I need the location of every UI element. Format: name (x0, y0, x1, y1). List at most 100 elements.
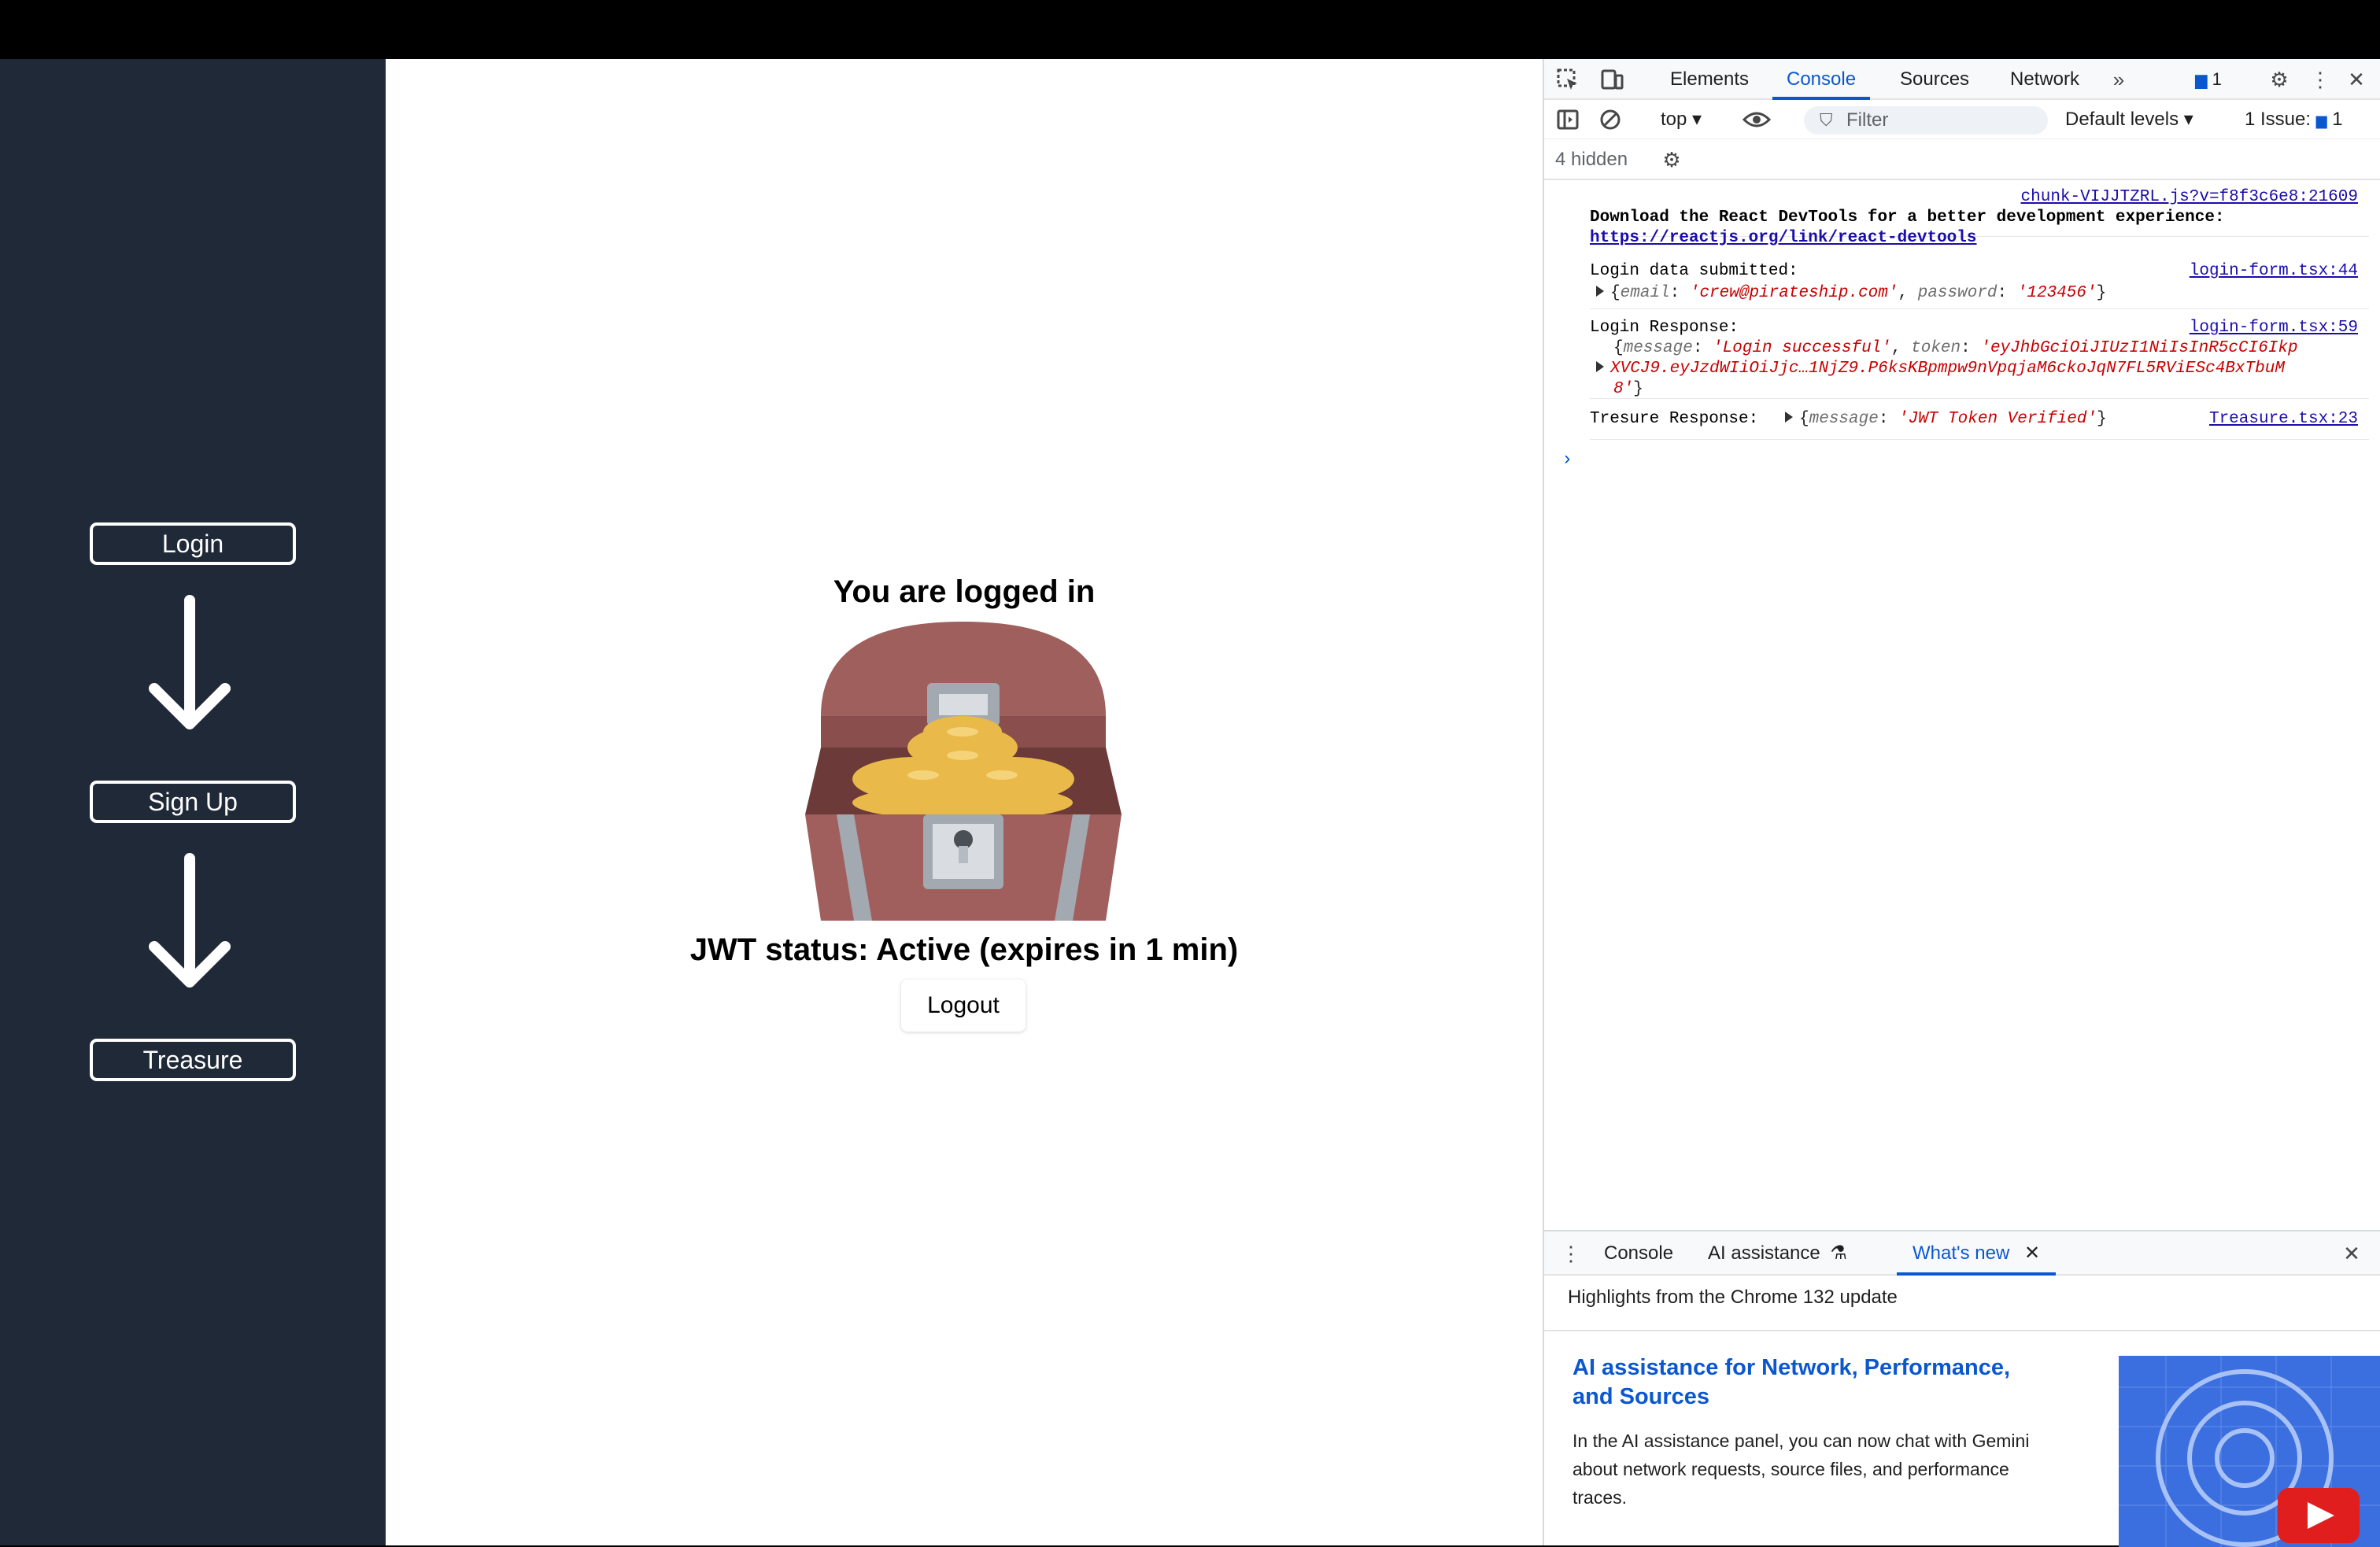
close-icon[interactable]: ✕ (2024, 1242, 2040, 1264)
tab-console[interactable]: Console (1772, 59, 1871, 100)
drawer-tab-whats-new[interactable]: What's new ✕ (1897, 1231, 2057, 1276)
divider (1544, 1330, 2380, 1331)
kebab-menu-icon[interactable]: ⋮ (1558, 1241, 1584, 1266)
hidden-count: 4 hidden (1555, 149, 1628, 170)
drawer-tab-label: What's new (1913, 1242, 2010, 1264)
value-message: 'Login successful' (1713, 339, 1891, 357)
kebab-menu-icon[interactable]: ⋮ (2308, 67, 2333, 92)
tab-sources[interactable]: Sources (1900, 59, 1969, 100)
key-password: password (1917, 284, 1998, 302)
flask-icon: ⚗ (1830, 1242, 1847, 1264)
key-token: token (1911, 339, 1961, 357)
source-link[interactable]: chunk-VIJJTZRL.js?v=f8f3c6e8:21609 (2021, 188, 2358, 206)
console-output: chunk-VIJJTZRL.js?v=f8f3c6e8:21609 Downl… (1544, 182, 2380, 1287)
levels-dropdown[interactable]: Default levels ▾ (2065, 105, 2193, 134)
log-label: Login Response: (1590, 319, 1739, 337)
login-button[interactable]: Login (90, 522, 296, 565)
hidden-row: 4 hidden ⚙ (1544, 139, 2380, 180)
arrow-down-icon (149, 853, 231, 988)
value-token-cont: XVCJ9.eyJzdWIiOiJjc…1NjZ9.P6ksKBpmpw9nVp… (1610, 360, 2285, 378)
eye-icon[interactable] (1741, 107, 1772, 132)
logout-button[interactable]: Logout (901, 980, 1026, 1032)
gear-icon[interactable]: ⚙ (2267, 67, 2292, 92)
drawer-tab-bar: ⋮ Console AI assistance ⚗ What's new ✕ ✕ (1544, 1231, 2380, 1276)
issues-count: 1 (2332, 109, 2343, 130)
highlights-heading: Highlights from the Chrome 132 update (1568, 1287, 1898, 1308)
gear-icon[interactable]: ⚙ (1659, 147, 1684, 172)
chevron-down-icon: ▾ (1692, 109, 1702, 130)
filter-icon: ⛉ (1820, 110, 1833, 130)
main-content: You are logged in JWT status: Active (ex… (386, 59, 1543, 1545)
ai-assistance-description: In the AI assistance panel, you can now … (1572, 1431, 2030, 1508)
expand-triangle-icon[interactable] (1596, 361, 1604, 372)
token-line: XVCJ9.eyJzdWIiOiJjc…1NjZ9.P6ksKBpmpw9nVp… (1596, 360, 2285, 378)
object-preview[interactable]: {message: 'JWT Token Verified'} (1785, 410, 2107, 428)
tab-elements[interactable]: Elements (1670, 59, 1749, 100)
value-message: 'JWT Token Verified' (1898, 410, 2097, 428)
message-icon: ▆ (2315, 113, 2327, 128)
issues-badge[interactable]: ▆ 1 (2185, 67, 2232, 92)
sidebar-toggle-icon[interactable] (1555, 107, 1580, 132)
key-email: email (1620, 284, 1670, 302)
jwt-status: JWT status: Active (expires in 1 min) (689, 932, 1239, 967)
filter-input[interactable]: ⛉ Filter (1804, 106, 2048, 135)
close-icon[interactable]: ✕ (2344, 67, 2369, 92)
top-bar (0, 0, 2380, 59)
levels-value: Default levels (2065, 109, 2179, 130)
message-icon: ▆ (2195, 71, 2208, 89)
issues-count: 1 (2212, 69, 2222, 89)
ai-assistance-link[interactable]: AI assistance for Network, Performance, … (1572, 1353, 2045, 1412)
value-token-end: 8' (1613, 380, 1634, 398)
devtools-panel: Elements Console Sources Network » ▆ 1 ⚙… (1543, 59, 2380, 1547)
log-entry: chunk-VIJJTZRL.js?v=f8f3c6e8:21609 Downl… (1590, 188, 2369, 247)
value-email: 'crew@pirateship.com' (1689, 284, 1898, 302)
issues-label: 1 Issue: (2245, 109, 2312, 130)
source-link[interactable]: login-form.tsx:44 (2190, 262, 2358, 280)
filter-placeholder: Filter (1846, 109, 1889, 131)
source-link[interactable]: Treasure.tsx:23 (2209, 410, 2358, 428)
arrow-down-icon (149, 595, 231, 729)
value-token: 'eyJhbGciOiJIUzI1NiIsInR5cCI6Ikp (1980, 339, 2298, 357)
console-toolbar: top ▾ ⛉ Filter Default levels ▾ 1 Issue:… (1544, 100, 2380, 139)
drawer-tab-ai-assistance[interactable]: AI assistance ⚗ (1708, 1231, 1847, 1276)
key-message: message (1623, 339, 1693, 357)
object-preview[interactable]: {message: 'Login successful', token: 'ey… (1613, 339, 2298, 357)
video-thumbnail[interactable] (2119, 1356, 2380, 1547)
inspect-element-icon[interactable] (1555, 67, 1580, 92)
log-entry: Login data submitted: login-form.tsx:44 … (1590, 259, 2369, 309)
treasure-chest-icon (805, 622, 1122, 921)
object-preview[interactable]: {email: 'crew@pirateship.com', password:… (1596, 284, 2106, 302)
close-icon[interactable]: ✕ (2339, 1241, 2364, 1266)
log-label: Login data submitted: (1590, 262, 1798, 280)
issues-link[interactable]: 1 Issue: ▆ 1 (2245, 105, 2343, 135)
clear-console-icon[interactable] (1598, 107, 1623, 132)
context-selector[interactable]: top ▾ (1661, 105, 1702, 134)
tab-network[interactable]: Network (2010, 59, 2079, 100)
expand-triangle-icon (1785, 412, 1793, 423)
drawer-tab-label: AI assistance (1708, 1242, 1820, 1264)
signup-button[interactable]: Sign Up (90, 781, 296, 823)
browser-frame: Login Sign Up Treasure You are logged in (0, 0, 2380, 1547)
chevron-down-icon: ▾ (2183, 109, 2193, 130)
value-password: '123456' (2016, 284, 2097, 302)
key-message: message (1809, 410, 1879, 428)
sidebar: Login Sign Up Treasure (0, 59, 386, 1545)
device-toolbar-icon[interactable] (1599, 67, 1624, 92)
log-message: Download the React DevTools for a better… (1590, 209, 2225, 227)
react-devtools-link[interactable]: https://reactjs.org/link/react-devtools (1590, 229, 1976, 247)
expand-triangle-icon (1596, 286, 1604, 297)
thumbnail-graphic-icon (2119, 1356, 2380, 1547)
log-entry: Tresure Response: {message: 'JWT Token V… (1590, 404, 2369, 440)
console-prompt-icon[interactable]: › (1561, 449, 1572, 471)
devtools-drawer: ⋮ Console AI assistance ⚗ What's new ✕ ✕… (1544, 1230, 2380, 1547)
context-value: top (1661, 109, 1687, 130)
log-label: Tresure Response: (1590, 410, 1759, 428)
devtools-tab-bar: Elements Console Sources Network » ▆ 1 ⚙… (1544, 59, 2380, 100)
token-line-end: 8'} (1613, 380, 1643, 398)
source-link[interactable]: login-form.tsx:59 (2190, 319, 2358, 337)
more-tabs-icon[interactable]: » (2106, 67, 2131, 92)
page-title: You are logged in (833, 574, 1096, 609)
treasure-button[interactable]: Treasure (90, 1039, 296, 1081)
drawer-tab-console[interactable]: Console (1604, 1231, 1673, 1276)
log-entry: Login Response: login-form.tsx:59 {messa… (1590, 316, 2369, 399)
